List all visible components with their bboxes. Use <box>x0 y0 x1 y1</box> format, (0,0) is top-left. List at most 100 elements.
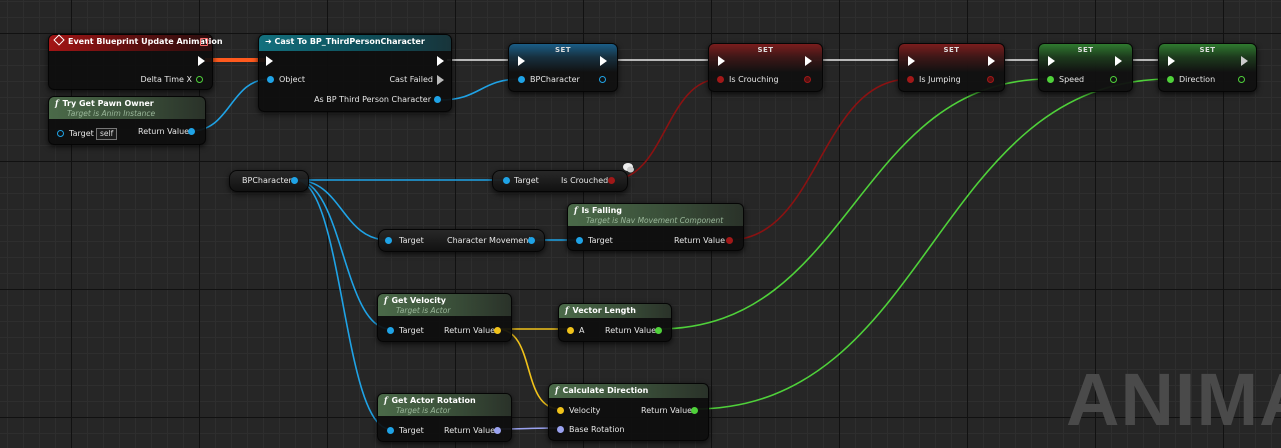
set-speed-label: Speed <box>1059 75 1085 84</box>
vector-length-return-pin[interactable] <box>655 327 662 334</box>
char-movement-target-pin[interactable] <box>385 237 392 244</box>
set-dir-exec-out-pin[interactable] <box>1241 56 1248 66</box>
calc-direction-return-pin[interactable] <box>691 407 698 414</box>
vector-length-return-label: Return Value <box>605 326 657 335</box>
get-rotation-subtitle: Target is Actor <box>396 406 451 415</box>
is-falling-target-pin[interactable] <box>576 237 583 244</box>
delta-time-pin[interactable] <box>196 76 203 83</box>
event-update-animation-node[interactable]: Event Blueprint Update Animation Delta T… <box>48 34 223 90</box>
set-speed-exec-in-pin[interactable] <box>1048 56 1055 66</box>
set-dir-input-pin[interactable] <box>1167 76 1174 83</box>
calculate-direction-node[interactable]: f Calculate Direction Velocity Return Val… <box>548 383 709 441</box>
is-falling-return-pin[interactable] <box>726 237 733 244</box>
set-speed-exec-out-pin[interactable] <box>1115 56 1122 66</box>
get-rotation-return-pin[interactable] <box>494 427 501 434</box>
cast-node-title: Cast To BP_ThirdPersonCharacter <box>274 37 425 46</box>
vector-length-node[interactable]: f Vector Length A Return Value <box>558 303 672 342</box>
bpcharacter-getter-pin[interactable] <box>291 177 298 184</box>
set-bp-exec-out-pin[interactable] <box>600 56 607 66</box>
set-bp-output-pin[interactable] <box>599 76 606 83</box>
cast-exec-in-pin[interactable] <box>266 56 273 66</box>
set-crouch-exec-in-pin[interactable] <box>718 56 725 66</box>
set-jump-input-pin[interactable] <box>907 76 914 83</box>
calc-direction-title: Calculate Direction <box>562 386 649 395</box>
blueprint-graph-canvas[interactable]: Event Blueprint Update Animation Delta T… <box>0 0 1281 448</box>
cast-node-header: ➜ Cast To BP_ThirdPersonCharacter <box>259 35 451 51</box>
is-crouched-output-label: Is Crouched <box>561 176 609 185</box>
set-crouch-exec-out-pin[interactable] <box>805 56 812 66</box>
cast-exec-out-pin[interactable] <box>437 56 444 66</box>
vector-length-a-label: A <box>579 326 585 335</box>
watermark-text: ANIMA <box>1066 358 1281 441</box>
get-velocity-node[interactable]: f Get Velocity Target is Actor Target Retu… <box>377 293 512 342</box>
set-bp-label: BPCharacter <box>530 75 580 84</box>
set-is-crouching-node[interactable]: SET Is Crouching <box>708 43 823 92</box>
get-actor-rotation-node[interactable]: f Get Actor Rotation Target is Actor Targe… <box>377 393 512 442</box>
vector-length-a-pin[interactable] <box>567 327 574 334</box>
set-speed-output-pin[interactable] <box>1110 76 1117 83</box>
comment-bubble-icon[interactable] <box>621 159 635 173</box>
set-crouch-input-pin[interactable] <box>717 76 724 83</box>
set-jump-exec-out-pin[interactable] <box>988 56 995 66</box>
calc-direction-base-label: Base Rotation <box>569 425 625 434</box>
get-velocity-return-pin[interactable] <box>494 327 501 334</box>
is-crouched-target-pin[interactable] <box>503 177 510 184</box>
set-jump-output-pin[interactable] <box>987 76 994 83</box>
get-velocity-header: f Get Velocity Target is Actor <box>378 294 511 316</box>
is-falling-node[interactable]: f Is Falling Target is Nav Movement Compon… <box>567 203 744 251</box>
is-falling-return-label: Return Value <box>674 236 726 245</box>
set-bp-input-pin[interactable] <box>518 76 525 83</box>
delta-time-label: Delta Time X <box>140 75 193 84</box>
set-dir-output-pin[interactable] <box>1238 76 1245 83</box>
set-speed-node[interactable]: SET Speed <box>1038 43 1133 92</box>
set-speed-input-pin[interactable] <box>1047 76 1054 83</box>
calc-direction-base-pin[interactable] <box>557 426 564 433</box>
cast-object-pin[interactable] <box>267 76 274 83</box>
char-movement-output-pin[interactable] <box>528 237 535 244</box>
cast-to-character-node[interactable]: ➜ Cast To BP_ThirdPersonCharacter Object… <box>258 34 452 112</box>
char-movement-target-label: Target <box>399 236 424 245</box>
set-bpcharacter-title: SET <box>554 46 572 54</box>
pawn-owner-return-pin[interactable] <box>188 128 195 135</box>
char-movement-output-label: Character Movement <box>447 236 532 245</box>
cast-as-label: As BP Third Person Character <box>314 95 431 104</box>
is-falling-target-label: Target <box>588 236 613 245</box>
function-icon: f <box>574 205 578 215</box>
set-crouch-output-pin[interactable] <box>804 76 811 83</box>
pawn-owner-target-input[interactable]: self <box>96 128 118 140</box>
get-velocity-target-pin[interactable] <box>387 327 394 334</box>
function-icon: f <box>55 98 59 108</box>
object-wire-bpchar-rotation[interactable] <box>295 179 391 430</box>
set-bpcharacter-node[interactable]: SET BPCharacter <box>508 43 618 92</box>
character-movement-node[interactable]: Target Character Movement <box>378 229 545 252</box>
pawn-owner-target-label: Target <box>69 129 94 138</box>
set-direction-node[interactable]: SET Direction <box>1158 43 1257 92</box>
function-icon: f <box>565 305 569 315</box>
try-get-pawn-owner-node[interactable]: f Try Get Pawn Owner Target is Anim Instan… <box>48 96 206 145</box>
bpcharacter-getter-label: BPCharacter <box>242 176 292 185</box>
pawn-owner-subtitle: Target is Anim Instance <box>67 109 156 118</box>
set-jump-exec-in-pin[interactable] <box>908 56 915 66</box>
cast-failed-pin[interactable] <box>437 75 444 85</box>
get-rotation-target-label: Target <box>399 426 424 435</box>
cast-as-pin[interactable] <box>434 96 441 103</box>
vector-length-title: Vector Length <box>572 306 636 315</box>
set-dir-exec-in-pin[interactable] <box>1168 56 1175 66</box>
calc-direction-velocity-pin[interactable] <box>557 407 564 414</box>
is-falling-header: f Is Falling Target is Nav Movement Compon… <box>568 204 743 226</box>
is-crouched-node[interactable]: Target Is Crouched <box>492 170 628 192</box>
calc-direction-header: f Calculate Direction <box>549 384 708 398</box>
set-speed-title: SET <box>1077 46 1094 54</box>
vector-length-header: f Vector Length <box>559 304 671 318</box>
get-rotation-target-pin[interactable] <box>387 427 394 434</box>
get-rotation-return-label: Return Value <box>444 426 496 435</box>
bpcharacter-getter-node[interactable]: BPCharacter <box>229 170 309 192</box>
bool-wire-falling-jumping[interactable] <box>728 78 911 241</box>
pawn-owner-target-pin[interactable] <box>57 130 64 137</box>
event-exec-out-pin[interactable] <box>198 56 205 66</box>
is-crouched-output-pin[interactable] <box>608 177 615 184</box>
function-icon: f <box>384 295 388 305</box>
event-node-header: Event Blueprint Update Animation <box>49 34 223 51</box>
set-is-jumping-node[interactable]: SET Is Jumping <box>898 43 1005 92</box>
set-bp-exec-in-pin[interactable] <box>518 56 525 66</box>
